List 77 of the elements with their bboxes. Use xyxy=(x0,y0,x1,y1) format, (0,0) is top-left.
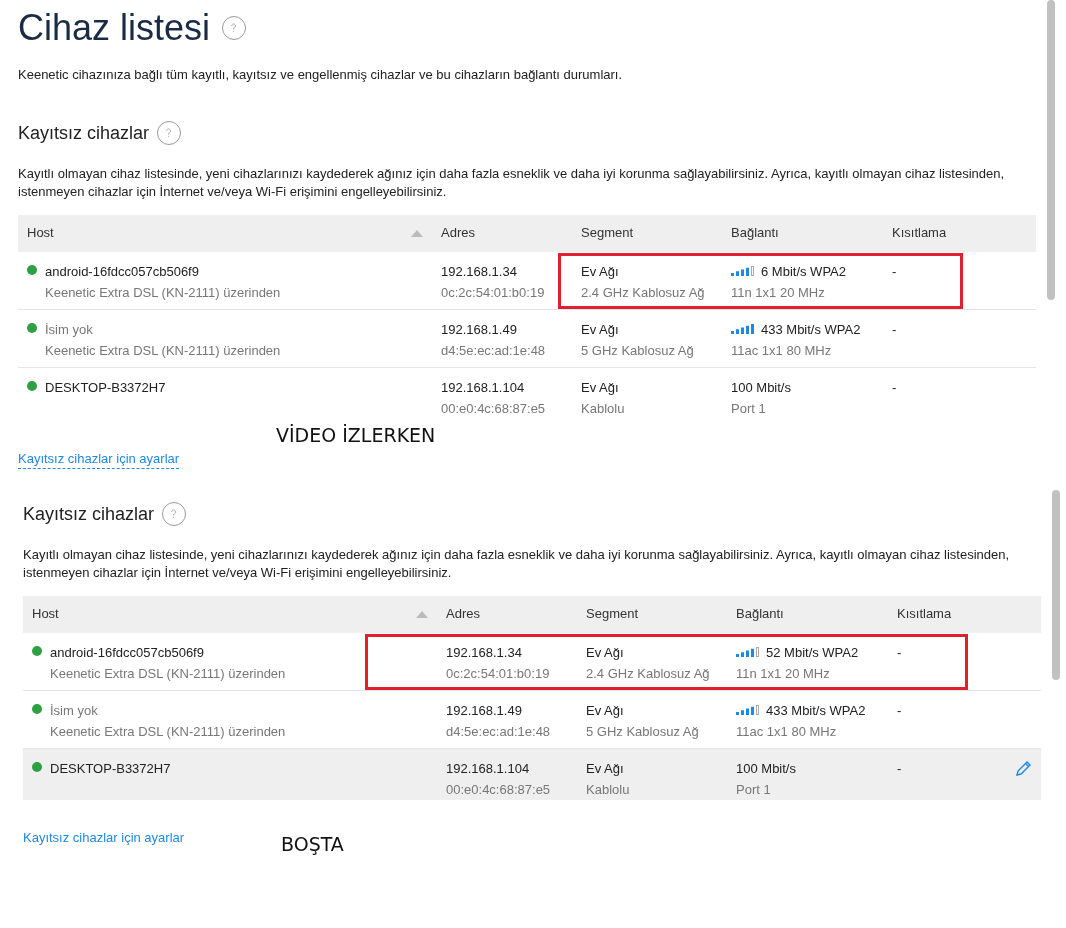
connection-value: 433 Mbit/s WPA2 xyxy=(761,320,861,339)
sort-arrow-icon[interactable] xyxy=(416,610,428,618)
column-header[interactable]: Host xyxy=(18,223,432,243)
column-header[interactable]: Adres xyxy=(432,223,572,243)
page-description: Keenetic cihazınıza bağlı tüm kayıtlı, kayıtsız ve engellenmiş cihazlar ve bu cihazların bağlantı durumları. xyxy=(18,66,624,84)
section-description: Kayıtlı olmayan cihaz listesinde, yeni cihazlarınızı kaydederek ağınız için daha fazla esneklik ve daha iyi korunma sağlayabilirsiniz. Ayrıca, kayıtlı olmayan cihaz listesinden, istenmeyen cihazlar için İnternet ve/veya Wi-Fi erişimini engelleyebilirsiniz. xyxy=(23,545,1011,582)
connection-detail: 11n 1x1 20 MHz xyxy=(731,284,826,302)
host-detail: Keenetic Extra DSL (KN-2111) üzerinden xyxy=(45,342,281,360)
segment-detail: 2.4 GHz Kablosuz Ağ xyxy=(586,665,711,683)
scrollbar[interactable] xyxy=(1047,0,1055,300)
restriction-value: - xyxy=(897,759,902,778)
settings-link[interactable]: Kayıtsız cihazlar için ayarlar xyxy=(23,827,185,847)
settings-link[interactable]: Kayıtsız cihazlar için ayarlar xyxy=(18,448,180,469)
column-header[interactable]: Bağlantı xyxy=(727,604,888,624)
segment-detail: 5 GHz Kablosuz Ağ xyxy=(586,723,700,741)
page-title: Cihaz listesi xyxy=(18,6,211,50)
address-detail: 0c:2c:54:01:b0:19 xyxy=(446,665,551,683)
segment-value: Ev Ağı xyxy=(581,378,619,397)
host-detail: Keenetic Extra DSL (KN-2111) üzerinden xyxy=(45,284,281,302)
connection-detail: Port 1 xyxy=(736,781,772,799)
address-value: 192.168.1.104 xyxy=(441,378,525,397)
segment-detail: Kablolu xyxy=(581,400,626,418)
restriction-value: - xyxy=(892,262,897,281)
segment-value: Ev Ağı xyxy=(586,759,624,778)
segment-value: Ev Ağı xyxy=(581,262,619,281)
segment-detail: Kablolu xyxy=(586,781,631,799)
address-value: 192.168.1.49 xyxy=(441,320,517,339)
connection-detail: 11ac 1x1 80 MHz xyxy=(736,723,838,741)
segment-value: Ev Ağı xyxy=(586,701,624,720)
connection-detail: 11n 1x1 20 MHz xyxy=(736,665,831,683)
connection-detail: 11ac 1x1 80 MHz xyxy=(731,342,833,360)
connection-detail: Port 1 xyxy=(731,400,767,418)
host-detail: Keenetic Extra DSL (KN-2111) üzerinden xyxy=(50,723,286,741)
address-detail: d4:5e:ec:ad:1e:48 xyxy=(446,723,552,741)
annotation-label: BOŞTA xyxy=(281,831,344,857)
address-value: 192.168.1.104 xyxy=(446,759,530,778)
column-header[interactable]: Kısıtlama xyxy=(883,223,1036,243)
restriction-value: - xyxy=(892,320,897,339)
address-detail: 00:e0:4c:68:87:e5 xyxy=(446,781,552,799)
restriction-value: - xyxy=(897,701,902,720)
column-header[interactable]: Bağlantı xyxy=(722,223,883,243)
connection-value: 6 Mbit/s WPA2 xyxy=(761,262,846,281)
segment-detail: 2.4 GHz Kablosuz Ağ xyxy=(581,284,706,302)
column-header[interactable]: Segment xyxy=(572,223,722,243)
connection-value: 52 Mbit/s WPA2 xyxy=(766,643,859,662)
annotation-label: VİDEO İZLERKEN xyxy=(276,422,436,448)
segment-detail: 5 GHz Kablosuz Ağ xyxy=(581,342,695,360)
address-value: 192.168.1.34 xyxy=(441,262,517,281)
address-value: 192.168.1.34 xyxy=(446,643,522,662)
column-header[interactable]: Adres xyxy=(437,604,577,624)
segment-value: Ev Ağı xyxy=(581,320,619,339)
sort-arrow-icon[interactable] xyxy=(411,229,423,237)
column-header[interactable]: Kısıtlama xyxy=(888,604,1041,624)
connection-value: 433 Mbit/s WPA2 xyxy=(766,701,866,720)
section-heading: Kayıtsız cihazlar xyxy=(23,502,155,526)
restriction-value: - xyxy=(892,378,897,397)
host-name: DESKTOP-B3372H7 xyxy=(50,759,171,778)
edit-icon[interactable] xyxy=(1015,759,1032,777)
address-detail: d4:5e:ec:ad:1e:48 xyxy=(441,342,547,360)
host-name: android-16fdcc057cb506f9 xyxy=(50,643,205,662)
column-header[interactable]: Host xyxy=(23,604,437,624)
scrollbar[interactable] xyxy=(1052,490,1060,680)
host-name: İsim yok xyxy=(45,320,94,339)
restriction-value: - xyxy=(897,643,902,662)
section-heading: Kayıtsız cihazlar xyxy=(18,121,150,145)
address-detail: 00:e0:4c:68:87:e5 xyxy=(441,400,547,418)
host-detail: Keenetic Extra DSL (KN-2111) üzerinden xyxy=(50,665,286,683)
host-name: android-16fdcc057cb506f9 xyxy=(45,262,200,281)
segment-value: Ev Ağı xyxy=(586,643,624,662)
column-header[interactable]: Segment xyxy=(577,604,727,624)
host-name: İsim yok xyxy=(50,701,99,720)
host-name: DESKTOP-B3372H7 xyxy=(45,378,166,397)
address-detail: 0c:2c:54:01:b0:19 xyxy=(441,284,546,302)
connection-value: 100 Mbit/s xyxy=(736,759,796,778)
connection-value: 100 Mbit/s xyxy=(731,378,791,397)
section-description: Kayıtlı olmayan cihaz listesinde, yeni cihazlarınızı kaydederek ağınız için daha fazla esneklik ve daha iyi korunma sağlayabilirsiniz. Ayrıca, kayıtlı olmayan cihaz listesinden, istenmeyen cihazlar için İnternet ve/veya Wi-Fi erişimini engelleyebilirsiniz. xyxy=(18,164,1006,201)
address-value: 192.168.1.49 xyxy=(446,701,522,720)
